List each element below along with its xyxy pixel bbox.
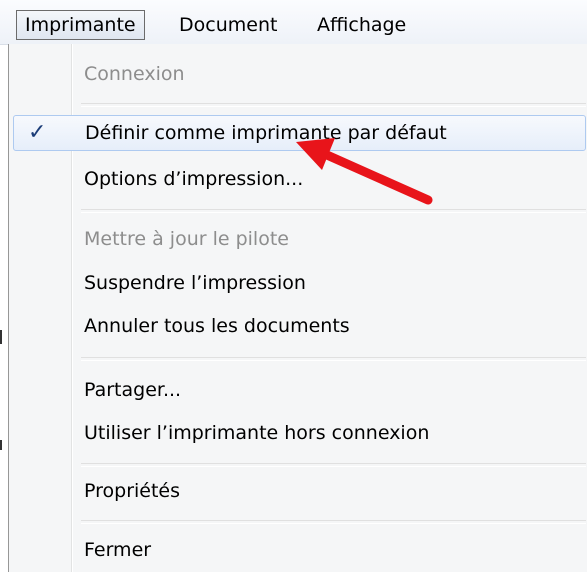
- menu-item-label: Propriétés: [84, 480, 181, 502]
- menu-separator: [81, 463, 586, 467]
- menu-item-label: Connexion: [84, 63, 185, 85]
- menu-separator: [81, 103, 586, 107]
- menu-separator: [81, 209, 586, 213]
- menu-item-use-offline[interactable]: Utiliser l’imprimante hors connexion: [13, 415, 586, 451]
- menu-item-label: Annuler tous les documents: [84, 315, 350, 337]
- menu-item-label: Utiliser l’imprimante hors connexion: [84, 422, 430, 444]
- menu-item-share[interactable]: Partager...: [13, 372, 586, 408]
- menu-separator: [81, 357, 586, 361]
- menu-item-pause-printing[interactable]: Suspendre l’impression: [13, 265, 586, 301]
- menu-item-label: Mettre à jour le pilote: [84, 228, 289, 250]
- menu-item-label: Fermer: [84, 539, 152, 561]
- menu-item-print-options[interactable]: Options d’impression...: [13, 161, 586, 197]
- menubar-item-document[interactable]: Document: [171, 10, 285, 40]
- menu-item-label: Définir comme imprimante par défaut: [85, 122, 447, 144]
- menubar-item-affichage[interactable]: Affichage: [309, 10, 414, 40]
- menu-item-label: Suspendre l’impression: [84, 272, 306, 294]
- window-edge-mark: [0, 440, 2, 450]
- menu-item-update-driver: Mettre à jour le pilote: [13, 221, 586, 257]
- menu-item-close[interactable]: Fermer: [13, 532, 586, 568]
- menu-bar: Imprimante Document Affichage: [0, 0, 587, 45]
- menu-item-label: Options d’impression...: [84, 168, 304, 190]
- menu-item-set-default[interactable]: ✓ Définir comme imprimante par défaut: [13, 115, 586, 151]
- menu-item-label: Partager...: [84, 379, 182, 401]
- checkmark-icon: ✓: [28, 120, 47, 145]
- menu-item-cancel-all[interactable]: Annuler tous les documents: [13, 308, 586, 344]
- menubar-item-imprimante[interactable]: Imprimante: [16, 10, 145, 40]
- menu-item-connexion: Connexion: [13, 56, 586, 92]
- dropdown-menu: Connexion ✓ Définir comme imprimante par…: [8, 44, 587, 572]
- window-edge-mark: [0, 330, 2, 344]
- menu-item-properties[interactable]: Propriétés: [13, 473, 586, 509]
- menu-separator: [81, 520, 586, 524]
